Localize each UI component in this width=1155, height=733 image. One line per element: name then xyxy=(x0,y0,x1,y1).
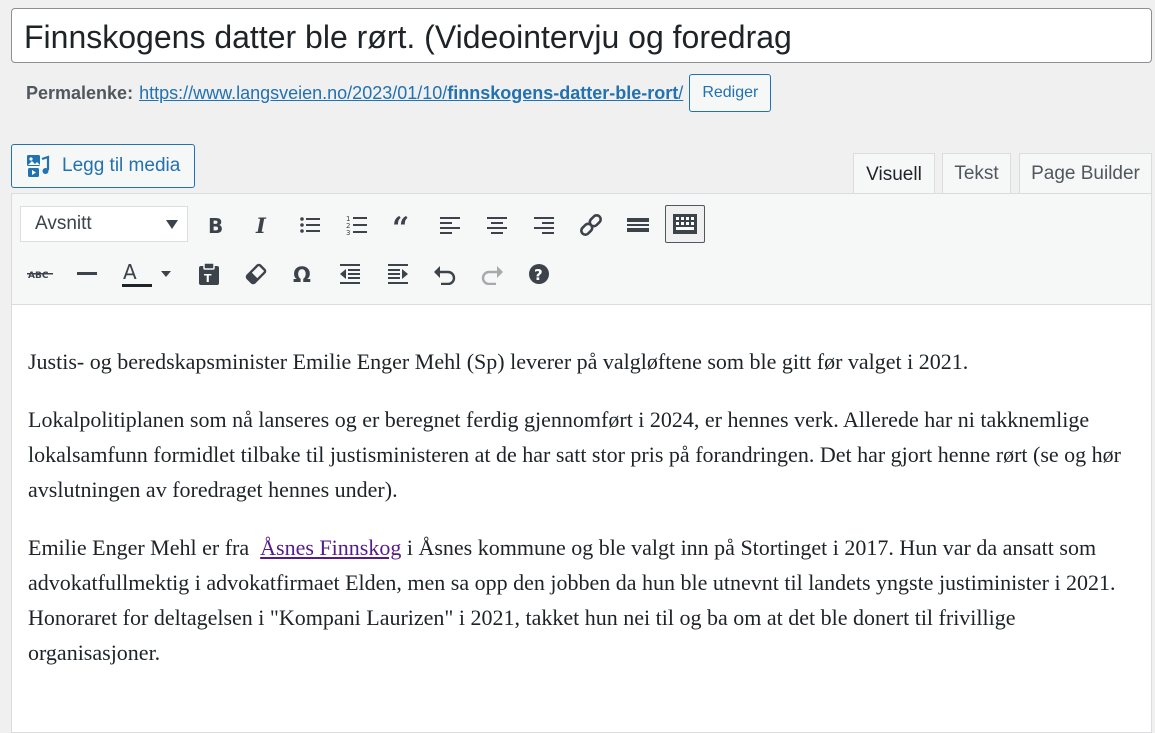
read-more-icon xyxy=(627,218,649,232)
tab-visual[interactable]: Visuell xyxy=(853,153,935,195)
bold-icon: B xyxy=(208,214,223,236)
permalink-row: Permalenke: https://www.langsveien.no/20… xyxy=(26,74,772,112)
asnes-finnskog-link[interactable]: Åsnes Finnskog xyxy=(260,535,401,560)
align-left-button[interactable] xyxy=(430,206,470,244)
text-color-button[interactable]: A xyxy=(113,255,177,293)
read-more-button[interactable] xyxy=(618,206,658,244)
italic-icon: I xyxy=(255,214,267,236)
outdent-button[interactable] xyxy=(330,255,370,293)
horizontal-line-button[interactable] xyxy=(68,255,108,293)
edit-permalink-button[interactable]: Rediger xyxy=(689,74,772,112)
bullet-list-icon xyxy=(300,217,320,233)
italic-button[interactable]: I xyxy=(242,206,282,244)
content-paragraph-2: Lokalpolitiplanen som nå lanseres og er … xyxy=(28,407,1121,502)
tab-visual-label: Visuell xyxy=(866,163,922,185)
blockquote-icon: “ xyxy=(392,215,409,235)
clear-formatting-icon xyxy=(245,263,267,285)
svg-text:“: “ xyxy=(392,215,409,235)
redo-button[interactable] xyxy=(472,255,512,293)
horizontal-line-icon xyxy=(77,272,97,275)
tab-page-builder-label: Page Builder xyxy=(1031,163,1140,184)
svg-text:ABC: ABC xyxy=(28,271,49,281)
permalink-base: https://www.langsveien.no/2023/01/10/ xyxy=(139,82,448,103)
add-media-label: Legg til media xyxy=(62,155,181,176)
svg-text:T: T xyxy=(204,272,212,285)
align-right-button[interactable] xyxy=(524,206,564,244)
chevron-down-icon xyxy=(166,220,178,229)
media-icon xyxy=(27,155,50,177)
clear-formatting-button[interactable] xyxy=(236,255,276,293)
align-center-icon xyxy=(487,217,507,234)
indent-icon xyxy=(388,264,408,284)
link-button[interactable] xyxy=(571,206,611,244)
help-button[interactable]: ? xyxy=(519,255,559,293)
svg-text:I: I xyxy=(255,214,267,236)
strikethrough-icon: ABC xyxy=(27,271,53,281)
help-icon: ? xyxy=(529,264,549,284)
paragraph-3-start: Emilie Enger Mehl er fra xyxy=(28,535,261,560)
editor-content[interactable]: Justis- og beredskapsminister Emilie Eng… xyxy=(28,344,1143,693)
content-paragraph-1: Justis- og beredskapsminister Emilie Eng… xyxy=(28,349,969,374)
editor-toolbar: Avsnitt B I 123 “ ABC A T Ω ? xyxy=(12,194,1151,305)
link-icon xyxy=(580,214,602,236)
svg-text:B: B xyxy=(208,214,223,236)
special-character-button[interactable]: Ω xyxy=(283,255,323,293)
undo-button[interactable] xyxy=(425,255,465,293)
paste-text-icon: T xyxy=(199,262,219,285)
strikethrough-button[interactable]: ABC xyxy=(20,255,60,293)
redo-icon xyxy=(481,266,503,285)
bullet-list-button[interactable] xyxy=(290,206,330,244)
post-title-field[interactable]: Finnskogens datter ble rørt. (Videointer… xyxy=(11,8,1152,63)
toolbar-toggle-icon xyxy=(673,214,697,234)
undo-icon xyxy=(434,266,456,285)
editor-area: Avsnitt B I 123 “ ABC A T Ω ? Justis- og… xyxy=(11,193,1152,733)
svg-text:A: A xyxy=(123,260,137,284)
permalink-slug: finnskogens-datter-ble-rort xyxy=(447,82,679,103)
format-select-value: Avsnitt xyxy=(35,213,92,234)
align-center-button[interactable] xyxy=(477,206,517,244)
svg-text:?: ? xyxy=(534,266,543,284)
align-left-icon xyxy=(440,217,460,234)
permalink-trailing: / xyxy=(678,82,684,103)
svg-text:Ω: Ω xyxy=(293,263,311,285)
tab-text[interactable]: Tekst xyxy=(942,153,1011,194)
blockquote-button[interactable]: “ xyxy=(384,206,424,244)
tab-page-builder[interactable]: Page Builder xyxy=(1019,153,1152,194)
paste-text-button[interactable]: T xyxy=(189,255,229,293)
post-title-input[interactable]: Finnskogens datter ble rørt. (Videointer… xyxy=(24,9,792,62)
special-character-icon: Ω xyxy=(293,263,311,285)
numbered-list-icon: 123 xyxy=(346,215,367,236)
numbered-list-button[interactable]: 123 xyxy=(337,206,377,244)
permalink-link[interactable]: https://www.langsveien.no/2023/01/10/fin… xyxy=(139,83,683,104)
add-media-button[interactable]: Legg til media xyxy=(11,144,195,188)
text-color-icon: A xyxy=(122,260,171,287)
align-right-icon xyxy=(534,217,554,234)
outdent-icon xyxy=(340,264,360,284)
tab-text-label: Tekst xyxy=(954,163,999,184)
toolbar-toggle-button[interactable] xyxy=(665,205,705,243)
indent-button[interactable] xyxy=(378,255,418,293)
bold-button[interactable]: B xyxy=(195,206,235,244)
format-select[interactable]: Avsnitt xyxy=(20,206,188,242)
svg-text:3: 3 xyxy=(346,229,350,236)
permalink-label: Permalenke: xyxy=(26,82,134,103)
content-paragraph-3: Emilie Enger Mehl er fra Åsnes Finnskog … xyxy=(28,530,1143,670)
